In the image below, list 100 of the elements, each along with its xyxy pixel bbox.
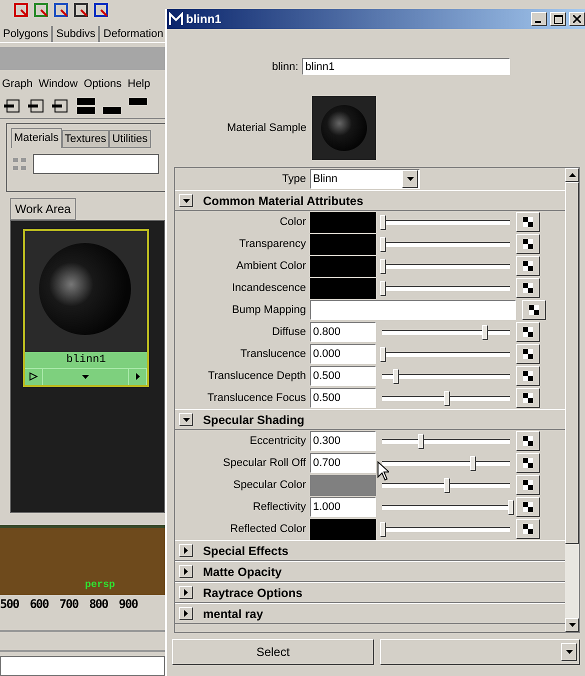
menu-item[interactable]: Window — [38, 78, 78, 90]
value-field[interactable]: 0.500 — [310, 366, 376, 386]
panel-tab[interactable]: Utilities — [109, 130, 151, 148]
value-field[interactable]: 0.000 — [310, 344, 376, 364]
tool-icon[interactable] — [34, 2, 48, 17]
slider-track[interactable] — [382, 522, 510, 536]
graph-tool-icon[interactable] — [4, 98, 22, 113]
slider-thumb[interactable] — [508, 500, 514, 514]
minimize-button[interactable] — [531, 12, 547, 26]
tool-icon[interactable] — [94, 2, 108, 17]
command-field[interactable] — [0, 656, 165, 676]
expand-toggle[interactable] — [179, 607, 193, 620]
value-field[interactable]: 0.300 — [310, 431, 376, 451]
map-button[interactable] — [516, 278, 540, 298]
expand-toggle[interactable] — [179, 544, 193, 557]
color-swatch[interactable] — [310, 256, 376, 276]
checker-icon — [523, 261, 533, 271]
slider-track[interactable] — [382, 280, 510, 296]
tool-icon[interactable] — [54, 2, 68, 17]
maximize-button[interactable] — [550, 12, 566, 26]
map-button[interactable] — [516, 388, 540, 408]
tool-icon[interactable] — [74, 2, 88, 17]
name-field[interactable]: blinn1 — [302, 58, 510, 75]
slider-thumb[interactable] — [380, 280, 386, 296]
slider-thumb[interactable] — [392, 368, 399, 384]
scroll-thumb[interactable] — [565, 182, 579, 544]
node-label: blinn1 — [25, 352, 147, 368]
slider-track[interactable] — [382, 324, 510, 340]
section-header[interactable]: Raytrace Options — [175, 582, 565, 603]
slider-thumb[interactable] — [418, 434, 424, 448]
section-header[interactable]: Special Effects — [175, 540, 565, 561]
map-button[interactable] — [516, 453, 540, 473]
scroll-up-button[interactable] — [565, 168, 579, 182]
value-field[interactable]: 0.500 — [310, 388, 376, 408]
map-button[interactable] — [516, 212, 540, 232]
section-header[interactable]: Matte Opacity — [175, 561, 565, 582]
map-button[interactable] — [516, 519, 540, 539]
map-button[interactable] — [522, 300, 546, 320]
expand-toggle[interactable] — [179, 586, 193, 599]
map-button[interactable] — [516, 344, 540, 364]
map-button[interactable] — [516, 234, 540, 254]
slider-track[interactable] — [382, 258, 510, 274]
panel-tab[interactable]: Materials — [11, 128, 62, 148]
caret-icon — [182, 198, 190, 202]
expand-toggle[interactable] — [179, 194, 193, 207]
value-field[interactable]: 0.800 — [310, 322, 376, 342]
color-swatch[interactable] — [310, 234, 376, 254]
panel-tab[interactable]: Textures — [62, 130, 110, 148]
tool-icon[interactable] — [14, 2, 28, 17]
value-field[interactable]: 1.000 — [310, 497, 376, 517]
layout-icon[interactable] — [76, 96, 96, 115]
graph-tool-icon[interactable] — [28, 98, 46, 113]
slider-thumb[interactable] — [380, 258, 386, 274]
slider-track[interactable] — [382, 214, 510, 230]
color-swatch[interactable] — [310, 278, 376, 298]
work-area-tab[interactable]: Work Area — [10, 198, 76, 220]
map-field[interactable] — [310, 300, 516, 320]
expand-toggle[interactable] — [179, 413, 193, 426]
material-node[interactable]: blinn1 — [23, 228, 149, 387]
map-button[interactable] — [516, 322, 540, 342]
close-button[interactable] — [569, 12, 585, 26]
color-swatch[interactable] — [310, 212, 376, 232]
menu-item[interactable]: Options — [84, 78, 122, 90]
menu-item[interactable]: Help — [128, 78, 150, 90]
color-swatch[interactable] — [310, 518, 376, 540]
slider-track[interactable] — [382, 434, 510, 448]
scrollbar[interactable] — [565, 168, 579, 632]
select-button[interactable]: Select — [172, 639, 374, 665]
map-button[interactable] — [516, 366, 540, 386]
shelf-tab[interactable]: Subdivs — [53, 26, 100, 42]
slider-thumb[interactable] — [444, 478, 450, 492]
section-header[interactable]: mental ray — [175, 603, 565, 624]
slider-thumb[interactable] — [482, 324, 488, 340]
slider-track[interactable] — [382, 346, 510, 362]
checker-icon — [523, 480, 533, 490]
slider-track[interactable] — [382, 236, 510, 252]
shelf-tab[interactable]: Polygons — [0, 26, 54, 42]
slider-thumb[interactable] — [380, 522, 386, 536]
slider-thumb[interactable] — [470, 456, 476, 470]
slider-thumb[interactable] — [380, 346, 386, 362]
map-button[interactable] — [516, 497, 540, 517]
section-header[interactable]: Specular Shading — [175, 409, 565, 430]
slider-thumb[interactable] — [380, 214, 386, 230]
slider-thumb[interactable] — [444, 390, 450, 406]
slider-thumb[interactable] — [380, 236, 386, 252]
slider-track[interactable] — [382, 390, 510, 406]
slider-track[interactable] — [382, 368, 510, 384]
value-field[interactable]: 0.700 — [310, 453, 376, 473]
section-header[interactable]: Common Material Attributes — [175, 190, 565, 211]
menu-item[interactable]: Graph — [2, 78, 33, 90]
map-button[interactable] — [516, 475, 540, 495]
map-button[interactable] — [516, 256, 540, 276]
scroll-down-button[interactable] — [565, 618, 579, 632]
color-swatch[interactable] — [310, 474, 376, 496]
map-button[interactable] — [516, 431, 540, 451]
graph-tool-icon[interactable] — [52, 98, 70, 113]
expand-toggle[interactable] — [179, 565, 193, 578]
search-field[interactable] — [33, 154, 159, 174]
dropdown-button[interactable] — [380, 639, 580, 665]
type-dropdown[interactable]: Blinn — [310, 169, 420, 189]
